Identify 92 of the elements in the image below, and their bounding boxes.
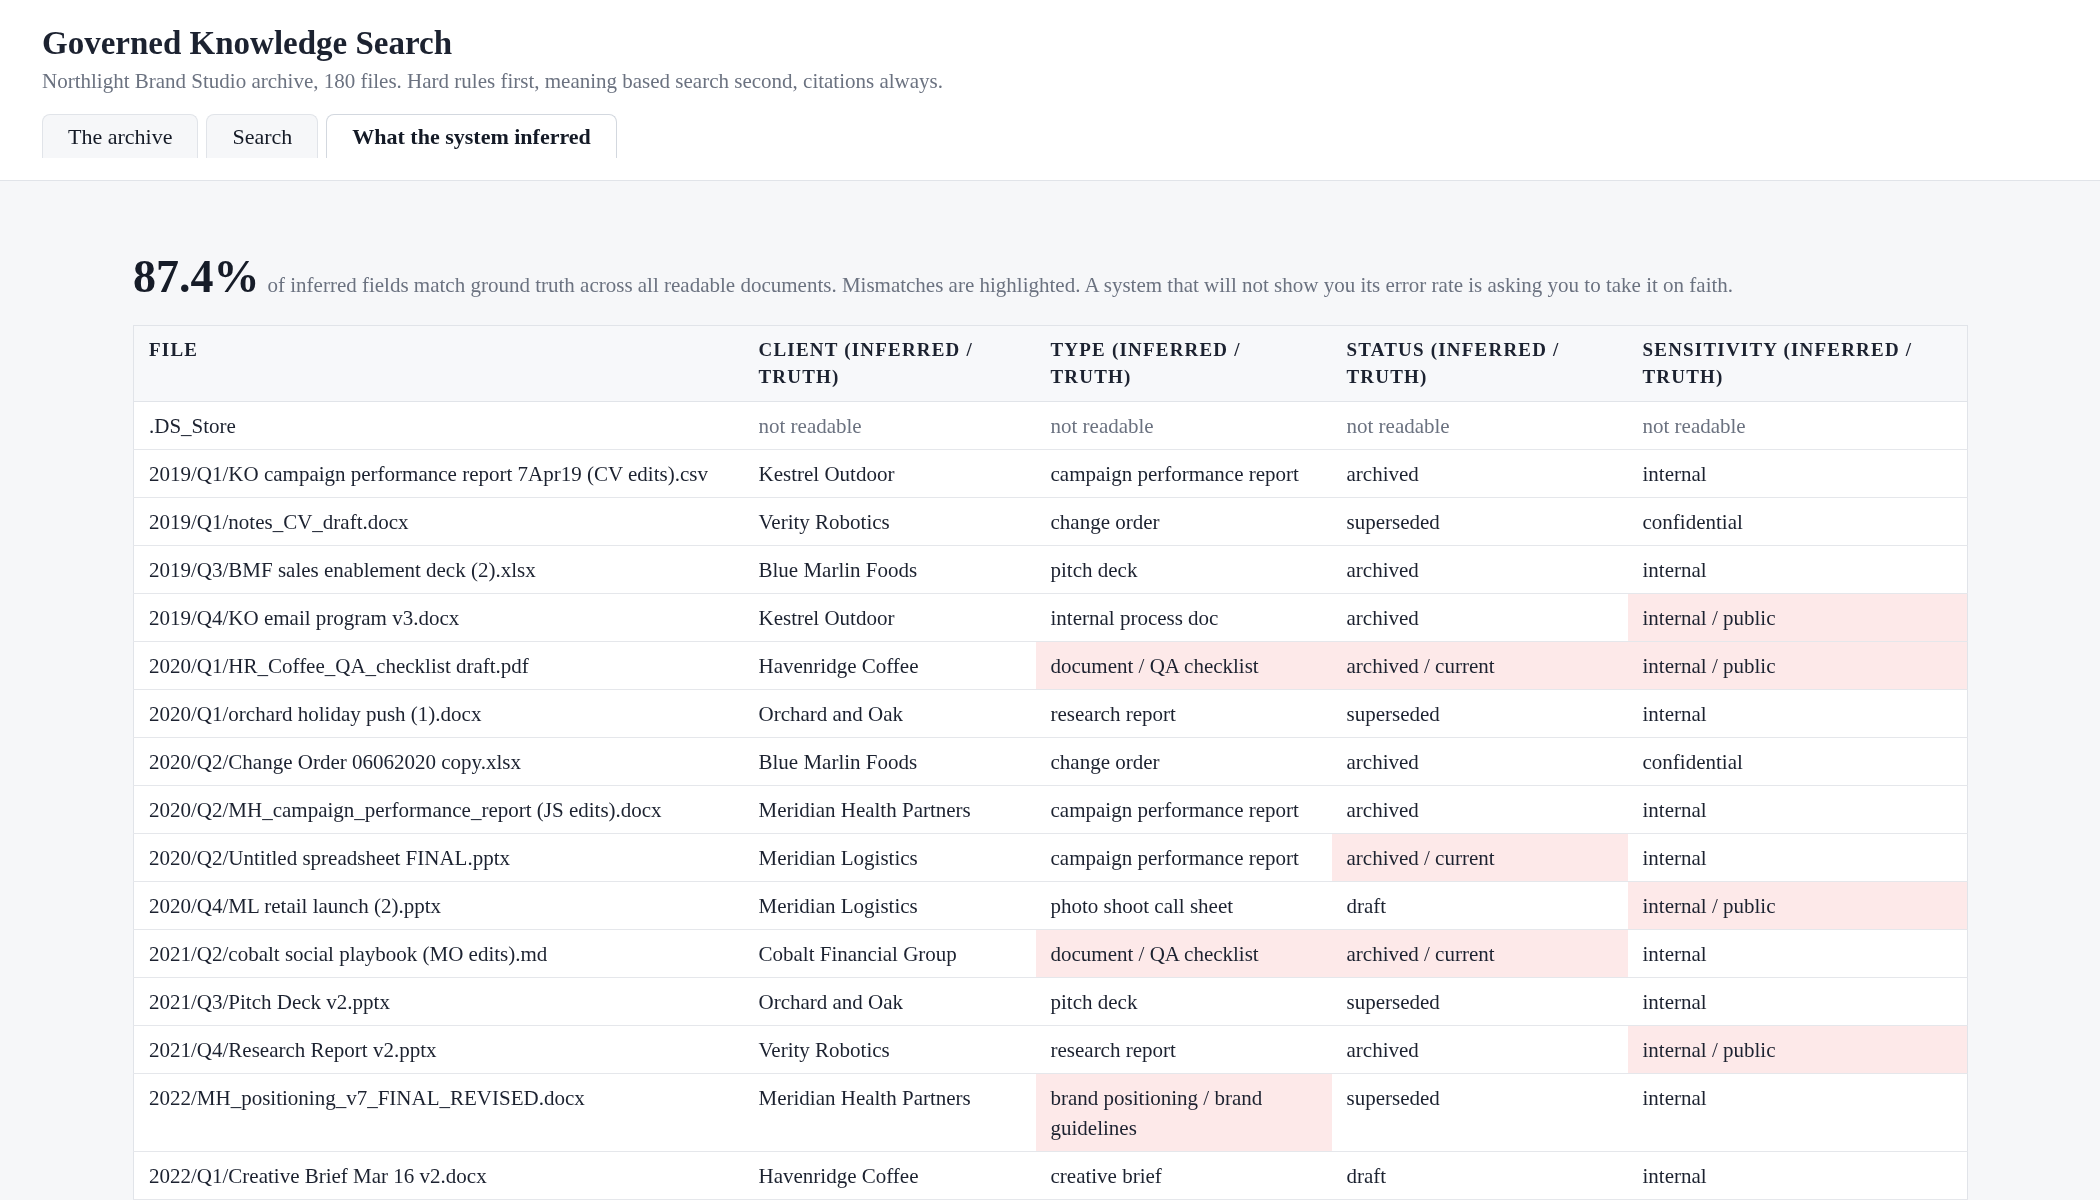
page-title: Governed Knowledge Search [42, 24, 454, 62]
table-cell: archived [1331, 545, 1628, 594]
tab[interactable]: The archive [42, 114, 199, 158]
table-cell: change order [1035, 737, 1332, 786]
mismatch-cell: archived / current [1331, 833, 1628, 882]
table-cell: not readable [743, 401, 1036, 450]
mismatch-cell: internal / public [1627, 1025, 1968, 1074]
table-cell: Meridian Logistics [743, 881, 1036, 930]
table-cell: pitch deck [1035, 545, 1332, 594]
table-cell: internal [1627, 449, 1968, 498]
accuracy-value: 87.4% [133, 250, 260, 304]
mismatch-cell: brand positioning / brand guidelines [1035, 1073, 1332, 1152]
table-cell: research report [1035, 1025, 1332, 1074]
file-cell: 2020/Q1/orchard holiday push (1).docx [133, 689, 744, 738]
table-cell: superseded [1331, 977, 1628, 1026]
column-header: SENSITIVITY (INFERRED / TRUTH) [1627, 325, 1968, 402]
table-cell: confidential [1627, 497, 1968, 546]
table-cell: change order [1035, 497, 1332, 546]
table-cell: Orchard and Oak [743, 689, 1036, 738]
table-cell: internal [1627, 1073, 1968, 1152]
table-cell: creative brief [1035, 1151, 1332, 1200]
table-cell: superseded [1331, 689, 1628, 738]
table-cell: archived [1331, 737, 1628, 786]
file-cell: 2020/Q2/Untitled spreadsheet FINAL.pptx [133, 833, 744, 882]
mismatch-cell: archived / current [1331, 641, 1628, 690]
file-cell: .DS_Store [133, 401, 744, 450]
mismatch-cell: archived / current [1331, 929, 1628, 978]
mismatch-cell: internal / public [1627, 881, 1968, 930]
file-cell: 2019/Q4/KO email program v3.docx [133, 593, 744, 642]
table-cell: internal [1627, 1151, 1968, 1200]
accuracy-description: of inferred fields match ground truth across all readable documents. Mismatches are highlighted. A system that will not show you its error rate is asking you to take it on faith. [267, 272, 1734, 298]
tab[interactable]: What the system inferred [326, 114, 617, 158]
table-cell: internal process doc [1035, 593, 1332, 642]
table-cell: internal [1627, 929, 1968, 978]
column-header: STATUS (INFERRED / TRUTH) [1331, 325, 1628, 402]
table-cell: internal [1627, 833, 1968, 882]
table-cell: Verity Robotics [743, 1025, 1036, 1074]
table-cell: campaign performance report [1035, 785, 1332, 834]
file-cell: 2020/Q4/ML retail launch (2).pptx [133, 881, 744, 930]
table-cell: internal [1627, 977, 1968, 1026]
table-cell: pitch deck [1035, 977, 1332, 1026]
table-cell: photo shoot call sheet [1035, 881, 1332, 930]
column-header: FILE [133, 325, 744, 402]
table-cell: Kestrel Outdoor [743, 593, 1036, 642]
table-cell: research report [1035, 689, 1332, 738]
table-cell: internal [1627, 785, 1968, 834]
mismatch-cell: document / QA checklist [1035, 929, 1332, 978]
file-cell: 2022/Q1/Creative Brief Mar 16 v2.docx [133, 1151, 744, 1200]
mismatch-cell: internal / public [1627, 593, 1968, 642]
table-cell: archived [1331, 593, 1628, 642]
table-cell: Cobalt Financial Group [743, 929, 1036, 978]
file-cell: 2019/Q3/BMF sales enablement deck (2).xlsx [133, 545, 744, 594]
table-cell: Blue Marlin Foods [743, 545, 1036, 594]
mismatch-cell: internal / public [1627, 641, 1968, 690]
page-subtitle: Northlight Brand Studio archive, 180 files. Hard rules first, meaning based search second, citations always. [42, 68, 945, 94]
table-cell: superseded [1331, 497, 1628, 546]
table-cell: archived [1331, 785, 1628, 834]
file-cell: 2019/Q1/notes_CV_draft.docx [133, 497, 744, 546]
column-header: CLIENT (INFERRED / TRUTH) [743, 325, 1036, 402]
file-cell: 2021/Q4/Research Report v2.pptx [133, 1025, 744, 1074]
tab[interactable]: Search [206, 114, 319, 158]
table-cell: draft [1331, 881, 1628, 930]
table-cell: not readable [1035, 401, 1332, 450]
table-cell: campaign performance report [1035, 833, 1332, 882]
column-header: TYPE (INFERRED / TRUTH) [1035, 325, 1332, 402]
file-cell: 2022/MH_positioning_v7_FINAL_REVISED.docx [133, 1073, 744, 1152]
table-cell: Meridian Logistics [743, 833, 1036, 882]
table-cell: archived [1331, 1025, 1628, 1074]
table-cell: Orchard and Oak [743, 977, 1036, 1026]
table-cell: archived [1331, 449, 1628, 498]
table-cell: Verity Robotics [743, 497, 1036, 546]
table-cell: confidential [1627, 737, 1968, 786]
table-cell: not readable [1331, 401, 1628, 450]
table-cell: internal [1627, 689, 1968, 738]
table-cell: superseded [1331, 1073, 1628, 1152]
file-cell: 2020/Q2/MH_campaign_performance_report (JS edits).docx [133, 785, 744, 834]
table-cell: Meridian Health Partners [743, 1073, 1036, 1152]
table-cell: campaign performance report [1035, 449, 1332, 498]
table-cell: Havenridge Coffee [743, 641, 1036, 690]
table-cell: Kestrel Outdoor [743, 449, 1036, 498]
mismatch-cell: document / QA checklist [1035, 641, 1332, 690]
file-cell: 2021/Q3/Pitch Deck v2.pptx [133, 977, 744, 1026]
file-cell: 2019/Q1/KO campaign performance report 7Apr19 (CV edits).csv [133, 449, 744, 498]
table-cell: Meridian Health Partners [743, 785, 1036, 834]
file-cell: 2021/Q2/cobalt social playbook (MO edits).md [133, 929, 744, 978]
table-cell: not readable [1627, 401, 1968, 450]
table-cell: draft [1331, 1151, 1628, 1200]
table-cell: Havenridge Coffee [743, 1151, 1036, 1200]
table-cell: Blue Marlin Foods [743, 737, 1036, 786]
file-cell: 2020/Q2/Change Order 06062020 copy.xlsx [133, 737, 744, 786]
table-cell: internal [1627, 545, 1968, 594]
file-cell: 2020/Q1/HR_Coffee_QA_checklist draft.pdf [133, 641, 744, 690]
